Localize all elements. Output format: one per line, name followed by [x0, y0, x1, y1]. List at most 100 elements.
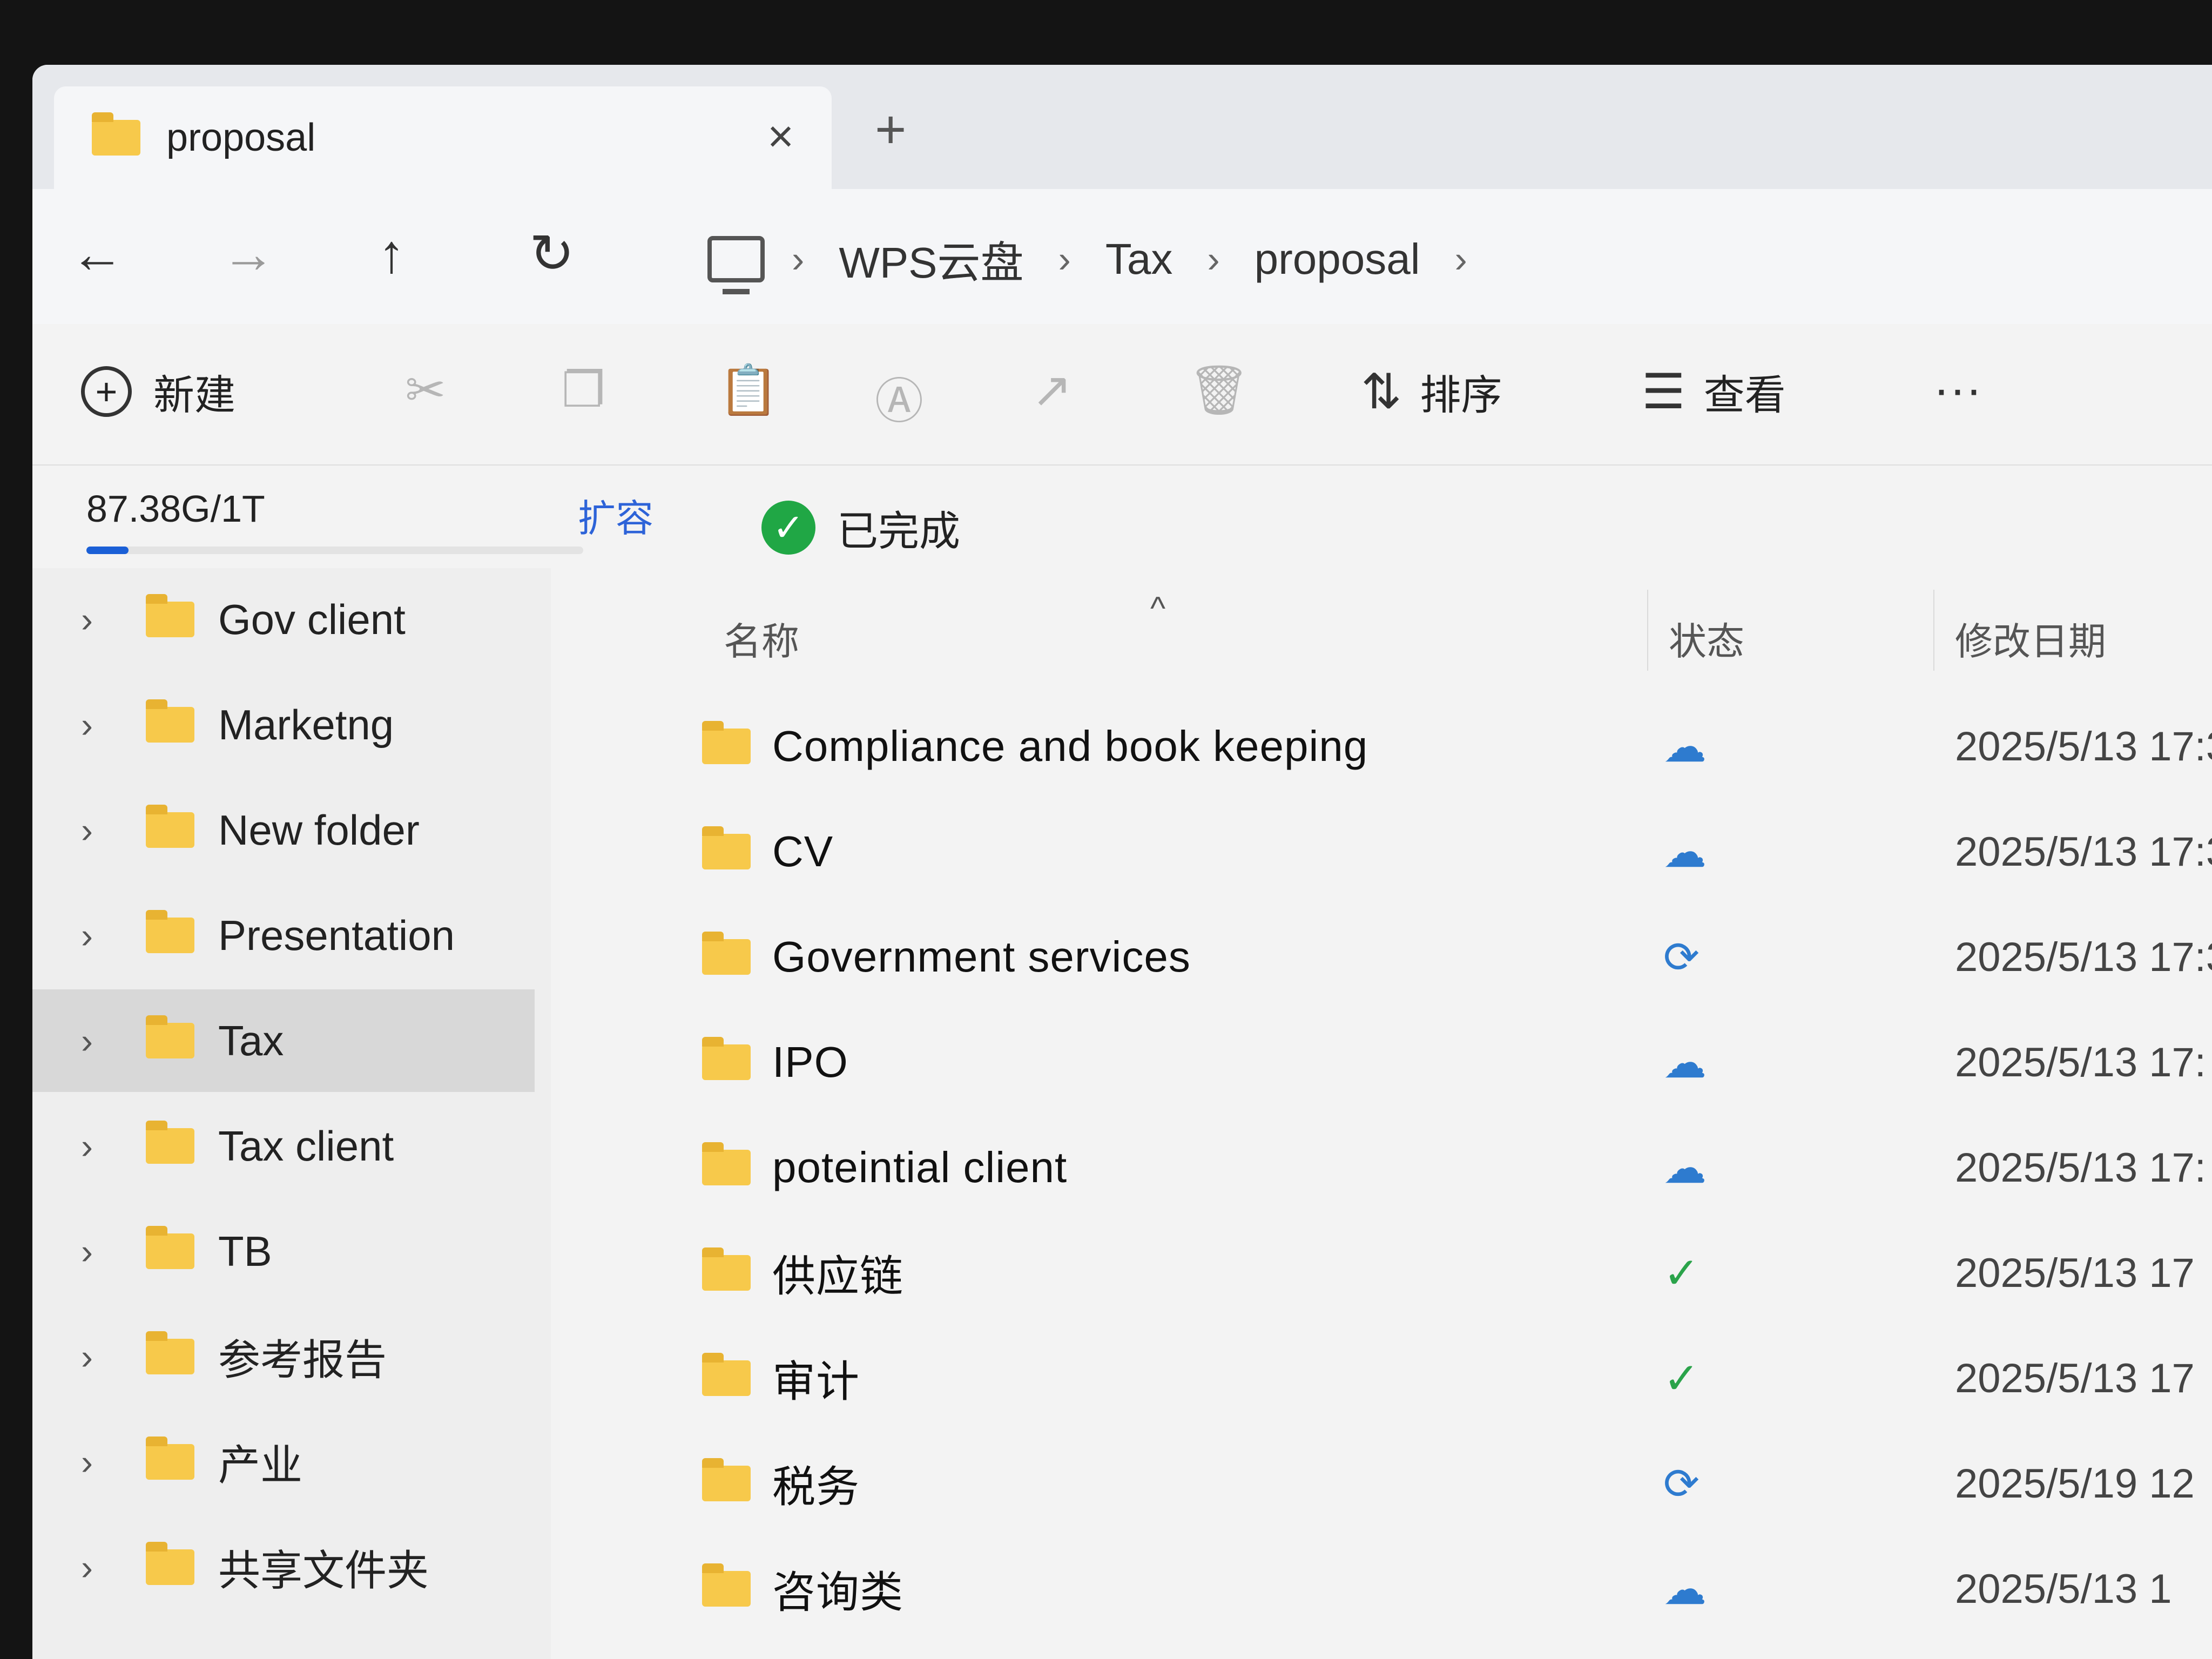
- sidebar-item-label: New folder: [218, 806, 420, 854]
- sidebar-item-label: 产业: [218, 1441, 303, 1489]
- sidebar-item-label: Presentation: [218, 911, 455, 959]
- back-button[interactable]: ←: [70, 221, 124, 286]
- chevron-right-icon[interactable]: ›: [81, 1441, 124, 1482]
- file-row[interactable]: 供应链 ✓ 2025/5/13 17: [605, 1222, 2212, 1324]
- file-modified-date: 2025/5/13 1: [1955, 1566, 2172, 1612]
- folder-icon: [702, 1458, 751, 1501]
- chevron-right-icon[interactable]: ›: [81, 810, 124, 851]
- new-button[interactable]: + 新建: [81, 362, 235, 421]
- tab-proposal[interactable]: proposal ×: [54, 86, 832, 189]
- sync-icon: ⟳: [1663, 933, 1700, 981]
- folder-icon: [702, 1353, 751, 1396]
- file-name: 咨询类: [772, 1568, 903, 1616]
- chevron-right-icon[interactable]: ›: [81, 1020, 124, 1061]
- file-row[interactable]: Compliance and book keeping ☁ 2025/5/13 17…: [605, 695, 2212, 798]
- computer-icon[interactable]: [707, 236, 765, 294]
- file-row[interactable]: 咨询类 ☁ 2025/5/13 1: [605, 1537, 2212, 1640]
- sidebar-item-shared-folder[interactable]: › 共享文件夹: [32, 1516, 535, 1618]
- breadcrumb-separator-icon[interactable]: ›: [1455, 238, 1467, 281]
- file-row[interactable]: IPO ☁ 2025/5/13 17:: [605, 1011, 2212, 1114]
- expand-storage-link[interactable]: 扩容: [578, 488, 653, 543]
- cloud-icon: ☁: [1663, 1143, 1707, 1192]
- column-divider[interactable]: [1933, 590, 1934, 671]
- sidebar-item-label: TB: [218, 1227, 272, 1275]
- close-tab-icon[interactable]: ×: [767, 110, 794, 163]
- sidebar-item-gov-client[interactable]: › Gov client: [32, 568, 535, 671]
- copy-button[interactable]: ❐: [562, 362, 624, 419]
- folder-icon: [702, 721, 751, 764]
- paste-button[interactable]: 📋: [718, 362, 797, 419]
- refresh-button[interactable]: ↻: [529, 221, 575, 286]
- sidebar-item-marketng[interactable]: › Marketng: [32, 673, 535, 776]
- breadcrumb-wps-cloud[interactable]: WPS云盘: [839, 228, 1023, 291]
- folder-icon: [702, 826, 751, 869]
- file-modified-date: 2025/5/13 17: [1955, 1250, 2195, 1296]
- sidebar-item-new-folder[interactable]: › New folder: [32, 779, 535, 881]
- file-modified-date: 2025/5/13 17:: [1955, 1144, 2206, 1191]
- breadcrumb: › WPS云盘 › Tax › proposal ›: [707, 227, 1478, 294]
- sidebar-item-reference-reports[interactable]: › 参考报告: [32, 1305, 535, 1408]
- up-button[interactable]: ↑: [378, 221, 405, 286]
- folder-icon: [146, 805, 194, 848]
- file-row[interactable]: 税务 ⟳ 2025/5/19 12: [605, 1432, 2212, 1535]
- sidebar-item-tb[interactable]: › TB: [32, 1200, 535, 1303]
- folder-icon: [702, 1563, 751, 1607]
- clipboard-icon: 📋: [718, 363, 779, 417]
- command-toolbar: + 新建 ✂ ❐ 📋 Ⓐ ↗ 🗑 ⇅ 排序 ☰ 查看 ···: [32, 324, 2212, 466]
- delete-button[interactable]: 🗑: [1188, 362, 1268, 419]
- view-button[interactable]: ☰ 查看: [1642, 362, 1786, 421]
- breadcrumb-proposal[interactable]: proposal: [1255, 234, 1420, 284]
- rename-button[interactable]: Ⓐ: [875, 362, 942, 432]
- shared-folder-icon: [146, 1015, 194, 1058]
- sync-icon: ⟳: [1663, 1459, 1700, 1508]
- sidebar-tree: › Gov client › Marketng › New folder › Prese…: [32, 568, 551, 1659]
- chevron-right-icon[interactable]: ›: [81, 704, 124, 745]
- column-header-modified[interactable]: 修改日期: [1955, 611, 2106, 666]
- column-header-status[interactable]: 状态: [1669, 611, 1744, 666]
- column-divider[interactable]: [1647, 590, 1648, 671]
- cut-button[interactable]: ✂: [405, 362, 464, 419]
- shared-folder-icon: [146, 1542, 194, 1585]
- folder-icon: [146, 699, 194, 743]
- share-button[interactable]: ↗: [1031, 362, 1090, 419]
- breadcrumb-tax[interactable]: Tax: [1105, 234, 1173, 284]
- breadcrumb-separator-icon[interactable]: ›: [1207, 238, 1219, 281]
- storage-status-bar: 87.38G/1T 扩容 ✓ 已完成: [32, 466, 2212, 568]
- cloud-icon: ☁: [1663, 722, 1707, 771]
- forward-button[interactable]: →: [221, 221, 275, 286]
- chevron-right-icon[interactable]: ›: [81, 1547, 124, 1588]
- folder-icon: [702, 1037, 751, 1080]
- file-row[interactable]: poteintial client ☁ 2025/5/13 17:: [605, 1116, 2212, 1219]
- file-row[interactable]: CV ☁ 2025/5/13 17:3: [605, 800, 2212, 903]
- file-modified-date: 2025/5/13 17:3: [1955, 828, 2212, 875]
- file-name: Government services: [772, 933, 1191, 981]
- more-button[interactable]: ···: [1933, 362, 2000, 417]
- chevron-right-icon[interactable]: ›: [81, 599, 124, 640]
- sidebar-item-label: Tax client: [218, 1122, 394, 1170]
- chevron-right-icon[interactable]: ›: [81, 1231, 124, 1272]
- breadcrumb-separator-icon[interactable]: ›: [1058, 238, 1071, 281]
- synced-check-icon: ✓: [1663, 1354, 1700, 1402]
- file-name: poteintial client: [772, 1143, 1068, 1191]
- sidebar-item-presentation[interactable]: › Presentation: [32, 884, 535, 987]
- sidebar-item-label: Gov client: [218, 595, 406, 643]
- sidebar-item-tax-client[interactable]: › Tax client: [32, 1095, 535, 1197]
- file-name: CV: [772, 827, 834, 875]
- trash-icon: 🗑: [1188, 363, 1250, 417]
- file-name: 审计: [772, 1358, 860, 1406]
- folder-icon: [146, 1437, 194, 1480]
- file-row[interactable]: 审计 ✓ 2025/5/13 17: [605, 1327, 2212, 1429]
- chevron-right-icon[interactable]: ›: [81, 915, 124, 956]
- file-explorer-window: proposal × + ← → ↑ ↻ › WPS云盘 › Tax › pro…: [32, 65, 2212, 1659]
- new-tab-button[interactable]: +: [875, 103, 906, 157]
- storage-progress: [86, 547, 583, 554]
- sidebar-item-industry[interactable]: › 产业: [32, 1411, 535, 1513]
- chevron-right-icon[interactable]: ›: [81, 1125, 124, 1166]
- breadcrumb-separator-icon[interactable]: ›: [792, 238, 804, 281]
- file-row[interactable]: Government services ⟳ 2025/5/13 17:3: [605, 906, 2212, 1008]
- cloud-icon: ☁: [1663, 827, 1707, 876]
- sidebar-item-tax[interactable]: › Tax: [32, 989, 535, 1092]
- chevron-right-icon[interactable]: ›: [81, 1336, 124, 1377]
- column-header-name[interactable]: 名称: [724, 611, 799, 666]
- sort-button[interactable]: ⇅ 排序: [1361, 362, 1502, 421]
